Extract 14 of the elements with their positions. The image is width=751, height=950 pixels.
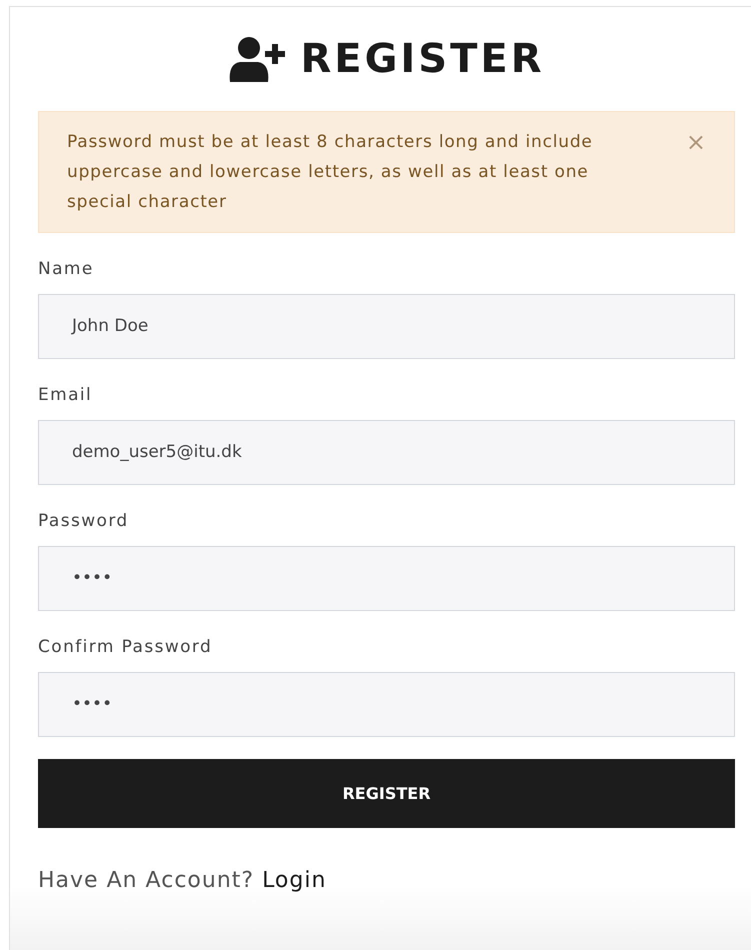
input-field[interactable]: •••• [38,546,735,611]
alert-message: Password must be at least 8 characters long and include uppercase and lowercase letters, as well as at least one special character [67,131,594,214]
account-prompt: Have An Account? [38,868,254,893]
add-user-icon [228,36,286,82]
login-link[interactable]: Login [262,868,326,893]
page-title: REGISTER [300,36,545,82]
field-label: Name [38,259,95,279]
field-label: Confirm Password [38,637,214,657]
field-label: Email [38,385,94,405]
input-field[interactable]: •••• [38,672,735,737]
register-button[interactable]: REGISTER [38,759,735,828]
input-field[interactable]: John Doe [38,294,735,359]
field-label: Password [38,511,130,531]
input-field[interactable]: demo_user5@itu.dk [38,420,735,485]
